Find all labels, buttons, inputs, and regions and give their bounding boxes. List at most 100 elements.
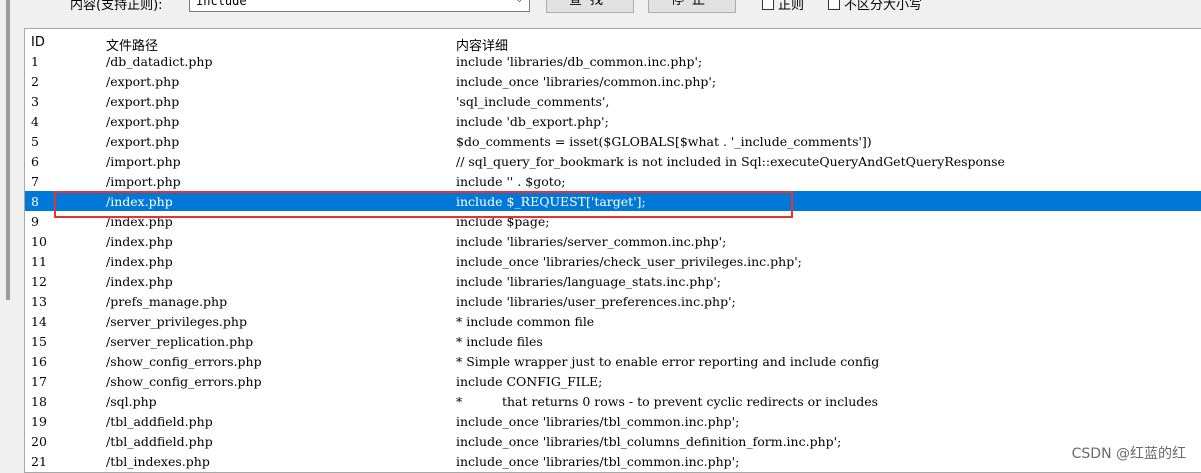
table-row[interactable]: 4/export.php include 'db_export.php'; (25, 111, 1201, 131)
row-detail: include $_REQUEST['target']; (456, 194, 646, 209)
table-row[interactable]: 17/show_config_errors.php include CONFIG_… (25, 371, 1201, 391)
column-header-id[interactable]: ID (31, 35, 45, 50)
row-path: /index.php (106, 274, 173, 289)
table-row[interactable]: 21/tbl_indexes.php include_once 'librarie… (25, 451, 1201, 471)
table-row[interactable]: 1/db_datadict.php include 'libraries/db_c… (25, 51, 1201, 71)
row-id: 7 (31, 174, 39, 189)
row-path: /tbl_indexes.php (106, 454, 210, 469)
row-detail: include 'libraries/user_preferences.inc.… (456, 294, 736, 309)
row-id: 12 (31, 274, 47, 289)
row-detail: include_once 'libraries/tbl_common.inc.p… (456, 454, 740, 469)
ignore-case-checkbox-box[interactable] (828, 0, 840, 10)
row-id: 5 (31, 134, 39, 149)
row-id: 8 (31, 194, 39, 209)
search-input-value: include (196, 0, 247, 8)
row-id: 11 (31, 254, 47, 269)
row-detail: * include files (456, 334, 543, 349)
search-label: 内容(支持正则): (70, 0, 163, 13)
row-detail: include 'libraries/db_common.inc.php'; (456, 54, 703, 69)
row-detail: include '' . $goto; (456, 174, 566, 189)
row-id: 9 (31, 214, 39, 229)
row-detail: include $page; (456, 214, 550, 229)
table-row[interactable]: 16/show_config_errors.php * Simple wrappe… (25, 351, 1201, 371)
row-detail: include CONFIG_FILE; (456, 374, 603, 389)
chevron-down-icon[interactable]: ⌵ (515, 0, 524, 6)
row-path: /export.php (106, 74, 180, 89)
row-id: 2 (31, 74, 39, 89)
table-row[interactable]: 6/import.php // sql_query_for_bookmark is… (25, 151, 1201, 171)
results-list[interactable]: ID 文件路径 内容详细 1/db_datadict.phpinclude 'l… (24, 28, 1201, 473)
row-path: /tbl_addfield.php (106, 414, 213, 429)
row-path: /index.php (106, 254, 173, 269)
row-path: /prefs_manage.php (106, 294, 228, 309)
regex-checkbox[interactable]: 正则 (762, 0, 804, 13)
table-row[interactable]: 19/tbl_addfield.php include_once 'librari… (25, 411, 1201, 431)
row-path: /import.php (106, 174, 181, 189)
panel-splitter[interactable] (6, 0, 10, 300)
row-path: /export.php (106, 114, 180, 129)
ignore-case-checkbox-label: 不区分大小写 (844, 0, 923, 13)
row-id: 14 (31, 314, 47, 329)
row-id: 21 (31, 454, 47, 469)
row-path: /show_config_errors.php (106, 354, 262, 369)
row-id: 1 (31, 54, 39, 69)
row-id: 4 (31, 114, 39, 129)
table-row[interactable]: 9/index.php include $page; (25, 211, 1201, 231)
row-detail: include_once 'libraries/common.inc.php'; (456, 74, 717, 89)
table-row[interactable]: 5/export.php $do_comments = isset($GLOBAL… (25, 131, 1201, 151)
stop-button[interactable]: 停止 (648, 0, 736, 13)
row-path: /server_privileges.php (106, 314, 247, 329)
ignore-case-checkbox[interactable]: 不区分大小写 (828, 0, 922, 13)
row-path: /index.php (106, 234, 173, 249)
row-detail: // sql_query_for_bookmark is not include… (456, 154, 1005, 169)
row-path: /export.php (106, 94, 180, 109)
row-path: /server_replication.php (106, 334, 254, 349)
row-path: /tbl_addfield.php (106, 434, 213, 449)
row-detail: include 'libraries/server_common.inc.php… (456, 234, 727, 249)
row-path: /index.php (106, 194, 173, 209)
table-row[interactable]: 15/server_replication.php * include files (25, 331, 1201, 351)
table-row[interactable]: 3/export.php 'sql_include_comments', (25, 91, 1201, 111)
row-id: 16 (31, 354, 47, 369)
row-detail: include_once 'libraries/check_user_privi… (456, 254, 802, 269)
row-id: 15 (31, 334, 47, 349)
row-detail: include 'libraries/language_stats.inc.ph… (456, 274, 722, 289)
table-row[interactable]: 11/index.php include_once 'libraries/chec… (25, 251, 1201, 271)
row-detail: * include common file (456, 314, 595, 329)
row-path: /index.php (106, 214, 173, 229)
row-path: /export.php (106, 134, 180, 149)
table-row[interactable]: 20/tbl_addfield.php include_once 'librari… (25, 431, 1201, 451)
row-path: /import.php (106, 154, 181, 169)
search-toolbar: 内容(支持正则): include ⌵ 查找 停止 正则 不区分大小写 (0, 0, 1201, 26)
regex-checkbox-box[interactable] (762, 0, 774, 10)
results-header-row: ID 文件路径 内容详细 (25, 31, 1201, 54)
regex-checkbox-label: 正则 (778, 0, 805, 13)
table-row[interactable]: 13/prefs_manage.php include 'libraries/us… (25, 291, 1201, 311)
find-button[interactable]: 查找 (546, 0, 634, 13)
row-detail: include_once 'libraries/tbl_columns_defi… (456, 434, 842, 449)
row-path: /sql.php (106, 394, 157, 409)
row-id: 10 (31, 234, 47, 249)
table-row[interactable]: 2/export.php include_once 'libraries/comm… (25, 71, 1201, 91)
row-detail: * Simple wrapper just to enable error re… (456, 354, 880, 369)
watermark: CSDN @红蓝的红 (1071, 446, 1186, 462)
row-id: 20 (31, 434, 47, 449)
row-detail: 'sql_include_comments', (456, 94, 610, 109)
table-row[interactable]: 10/index.php include 'libraries/server_co… (25, 231, 1201, 251)
row-id: 6 (31, 154, 39, 169)
row-detail: include 'db_export.php'; (456, 114, 609, 129)
table-row[interactable]: 14/server_privileges.php * include common… (25, 311, 1201, 331)
row-path: /db_datadict.php (106, 54, 213, 69)
row-id: 19 (31, 414, 47, 429)
row-detail: $do_comments = isset($GLOBALS[$what . '_… (456, 134, 872, 149)
table-row[interactable]: 12/index.php include 'libraries/language_… (25, 271, 1201, 291)
row-path: /show_config_errors.php (106, 374, 262, 389)
search-combo-input[interactable]: include ⌵ (189, 0, 530, 12)
table-row[interactable]: 8/index.php include $_REQUEST['target']; (25, 191, 1201, 211)
row-id: 17 (31, 374, 47, 389)
row-id: 13 (31, 294, 47, 309)
row-id: 18 (31, 394, 47, 409)
table-row[interactable]: 7/import.php include '' . $goto; (25, 171, 1201, 191)
row-detail: * that returns 0 rows - to prevent cycli… (456, 394, 879, 409)
table-row[interactable]: 18/sql.php * that returns 0 rows - to pre… (25, 391, 1201, 411)
